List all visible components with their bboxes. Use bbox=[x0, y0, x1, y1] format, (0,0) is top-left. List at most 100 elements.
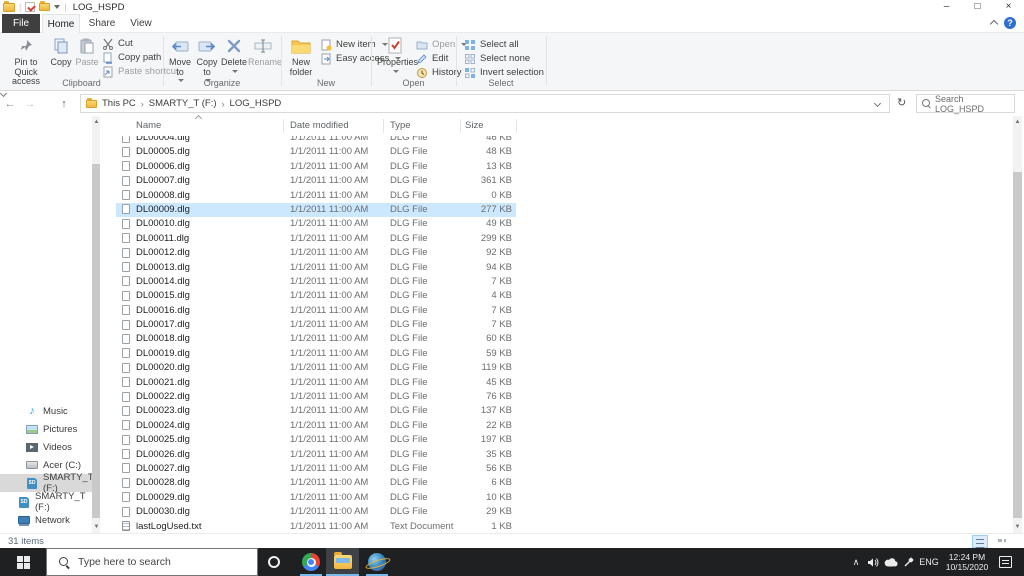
close-button[interactable]: × bbox=[993, 0, 1024, 14]
file-type: DLG File bbox=[390, 491, 428, 503]
nav-scroll-thumb[interactable] bbox=[92, 164, 100, 518]
action-center-button[interactable] bbox=[993, 548, 1017, 576]
column-header-date[interactable]: Date modified bbox=[290, 120, 349, 131]
list-scrollbar[interactable]: ▲ ▼ bbox=[1013, 116, 1022, 533]
details-view-button[interactable] bbox=[972, 535, 988, 548]
file-row[interactable]: DL00029.dlg 1/1/2011 11:00 AM DLG File 10 K… bbox=[100, 491, 1024, 505]
file-row[interactable]: DL00011.dlg 1/1/2011 11:00 AM DLG File 299 … bbox=[100, 232, 1024, 246]
icons-view-button[interactable] bbox=[994, 535, 1010, 548]
copy-button[interactable]: Copy bbox=[48, 35, 74, 68]
qat-customize-dropdown-icon[interactable] bbox=[54, 5, 61, 9]
select-none-button[interactable]: Select none bbox=[464, 52, 530, 65]
file-row[interactable]: DL00021.dlg 1/1/2011 11:00 AM DLG File 45 K… bbox=[100, 376, 1024, 390]
qat-properties-icon[interactable] bbox=[25, 2, 36, 12]
paste-button[interactable]: Paste bbox=[74, 35, 100, 68]
up-icon[interactable]: ↑ bbox=[54, 98, 74, 110]
language-indicator[interactable]: ENG bbox=[916, 548, 942, 576]
file-row[interactable]: DL00012.dlg 1/1/2011 11:00 AM DLG File 92 K… bbox=[100, 246, 1024, 260]
maximize-button[interactable]: □ bbox=[962, 0, 993, 14]
file-row[interactable]: DL00013.dlg 1/1/2011 11:00 AM DLG File 94 K… bbox=[100, 261, 1024, 275]
minimize-button[interactable]: – bbox=[931, 0, 962, 14]
list-scroll-thumb[interactable] bbox=[1013, 172, 1022, 518]
refresh-icon[interactable]: ↻ bbox=[897, 96, 906, 109]
sidebar-item-smarty-t-f-[interactable]: SD SMARTY_T (F:) bbox=[0, 472, 93, 494]
nav-scrollbar[interactable]: ▲ ▼ bbox=[92, 116, 100, 533]
file-icon bbox=[122, 492, 130, 503]
breadcrumb-drive[interactable]: SMARTY_T (F:) bbox=[149, 98, 217, 109]
file-row[interactable]: DL00006.dlg 1/1/2011 11:00 AM DLG File 13 K… bbox=[100, 160, 1024, 174]
breadcrumb-folder[interactable]: LOG_HSPD bbox=[230, 98, 282, 109]
column-header-type[interactable]: Type bbox=[390, 120, 411, 131]
select-all-button[interactable]: Select all bbox=[464, 38, 519, 51]
file-row[interactable]: DL00009.dlg 1/1/2011 11:00 AM DLG File 277 … bbox=[100, 202, 1024, 218]
breadcrumb[interactable]: This PC › SMARTY_T (F:) › LOG_HSPD bbox=[80, 94, 890, 113]
show-hidden-icons-button[interactable]: ∧ bbox=[848, 548, 864, 576]
file-row[interactable]: DL00007.dlg 1/1/2011 11:00 AM DLG File 361 … bbox=[100, 174, 1024, 188]
properties-button[interactable]: Properties bbox=[377, 35, 418, 77]
search-input[interactable]: Search LOG_HSPD bbox=[916, 94, 1015, 114]
sidebar-item-videos[interactable]: Videos bbox=[0, 438, 92, 456]
back-icon[interactable]: ← bbox=[0, 98, 20, 110]
file-explorer-taskbar-button[interactable] bbox=[326, 548, 359, 576]
cortana-button[interactable] bbox=[262, 548, 286, 576]
file-row[interactable]: DL00008.dlg 1/1/2011 11:00 AM DLG File 0 KB bbox=[100, 189, 1024, 203]
file-rows: DL00004.dlg 1/1/2011 11:00 AM DLG File 46 K… bbox=[100, 136, 1024, 533]
tab-home[interactable]: Home bbox=[42, 14, 80, 33]
nav-scroll-down-icon[interactable]: ▼ bbox=[92, 521, 100, 533]
app-taskbar-button[interactable] bbox=[362, 548, 392, 576]
file-row[interactable]: lastLogUsed.txt 1/1/2011 11:00 AM Text Doc… bbox=[100, 520, 1024, 533]
file-row[interactable]: DL00022.dlg 1/1/2011 11:00 AM DLG File 76 K… bbox=[100, 390, 1024, 404]
cut-button[interactable]: Cut bbox=[102, 37, 133, 50]
file-row[interactable]: DL00017.dlg 1/1/2011 11:00 AM DLG File 7 KB bbox=[100, 318, 1024, 332]
file-row[interactable]: DL00024.dlg 1/1/2011 11:00 AM DLG File 22 K… bbox=[100, 419, 1024, 433]
edit-button[interactable]: Edit bbox=[416, 52, 448, 65]
file-row[interactable]: DL00015.dlg 1/1/2011 11:00 AM DLG File 4 KB bbox=[100, 289, 1024, 303]
file-row[interactable]: DL00014.dlg 1/1/2011 11:00 AM DLG File 7 KB bbox=[100, 275, 1024, 289]
file-row[interactable]: DL00019.dlg 1/1/2011 11:00 AM DLG File 59 K… bbox=[100, 347, 1024, 361]
file-row[interactable]: DL00010.dlg 1/1/2011 11:00 AM DLG File 49 K… bbox=[100, 217, 1024, 231]
sidebar-item-smarty-t-f-[interactable]: SD SMARTY_T (F:) bbox=[0, 491, 92, 513]
file-row[interactable]: DL00027.dlg 1/1/2011 11:00 AM DLG File 56 K… bbox=[100, 462, 1024, 476]
breadcrumb-this-pc[interactable]: This PC bbox=[102, 98, 136, 109]
file-row[interactable]: DL00004.dlg 1/1/2011 11:00 AM DLG File 46 K… bbox=[100, 136, 1024, 145]
column-header-size[interactable]: Size bbox=[465, 120, 483, 131]
tab-file[interactable]: File bbox=[2, 14, 40, 33]
nav-scroll-up-icon[interactable]: ▲ bbox=[92, 116, 100, 128]
volume-button[interactable] bbox=[864, 548, 882, 576]
file-row[interactable]: DL00016.dlg 1/1/2011 11:00 AM DLG File 7 KB bbox=[100, 304, 1024, 318]
list-scroll-up-icon[interactable]: ▲ bbox=[1013, 116, 1022, 128]
onedrive-button[interactable] bbox=[882, 548, 900, 576]
file-row[interactable]: DL00005.dlg 1/1/2011 11:00 AM DLG File 48 K… bbox=[100, 145, 1024, 159]
list-scroll-down-icon[interactable]: ▼ bbox=[1013, 521, 1022, 533]
open-button[interactable]: Open bbox=[416, 38, 467, 51]
sidebar-item-pictures[interactable]: Pictures bbox=[0, 420, 92, 438]
start-button[interactable] bbox=[0, 548, 46, 576]
forward-icon[interactable]: → bbox=[20, 98, 40, 110]
file-row[interactable]: DL00018.dlg 1/1/2011 11:00 AM DLG File 60 K… bbox=[100, 332, 1024, 346]
clock[interactable]: 12:24 PM 10/15/2020 bbox=[943, 548, 991, 576]
chrome-taskbar-button[interactable] bbox=[296, 548, 326, 576]
file-row[interactable]: DL00028.dlg 1/1/2011 11:00 AM DLG File 6 KB bbox=[100, 476, 1024, 490]
file-row[interactable]: DL00026.dlg 1/1/2011 11:00 AM DLG File 35 K… bbox=[100, 448, 1024, 462]
file-date-modified: 1/1/2011 11:00 AM bbox=[290, 477, 369, 489]
recent-locations-icon[interactable] bbox=[40, 98, 54, 110]
file-row[interactable]: DL00023.dlg 1/1/2011 11:00 AM DLG File 137 … bbox=[100, 404, 1024, 418]
new-folder-button[interactable]: New folder bbox=[286, 35, 316, 77]
file-row[interactable]: DL00025.dlg 1/1/2011 11:00 AM DLG File 197 … bbox=[100, 433, 1024, 447]
column-header-name[interactable]: Name bbox=[136, 120, 161, 131]
file-row[interactable]: DL00020.dlg 1/1/2011 11:00 AM DLG File 119 … bbox=[100, 361, 1024, 375]
sidebar-item-music[interactable]: ♪ Music bbox=[0, 402, 92, 420]
address-dropdown-icon[interactable] bbox=[874, 101, 881, 106]
tab-view[interactable]: View bbox=[124, 14, 158, 33]
qat-new-folder-icon[interactable] bbox=[39, 1, 51, 11]
taskbar-search-input[interactable]: Type here to search bbox=[46, 548, 258, 576]
ribbon-tab-bar: File Home Share View ? bbox=[0, 14, 1024, 33]
rename-button[interactable]: Rename bbox=[248, 35, 282, 68]
file-row[interactable]: DL00030.dlg 1/1/2011 11:00 AM DLG File 29 K… bbox=[100, 505, 1024, 519]
copy-path-button[interactable]: Copy path bbox=[102, 51, 161, 64]
collapse-ribbon-icon[interactable] bbox=[990, 18, 998, 26]
delete-button[interactable]: Delete bbox=[221, 35, 247, 77]
help-icon[interactable]: ? bbox=[1004, 17, 1016, 29]
tab-share[interactable]: Share bbox=[84, 14, 120, 33]
sidebar-item-network[interactable]: Network bbox=[0, 511, 92, 529]
